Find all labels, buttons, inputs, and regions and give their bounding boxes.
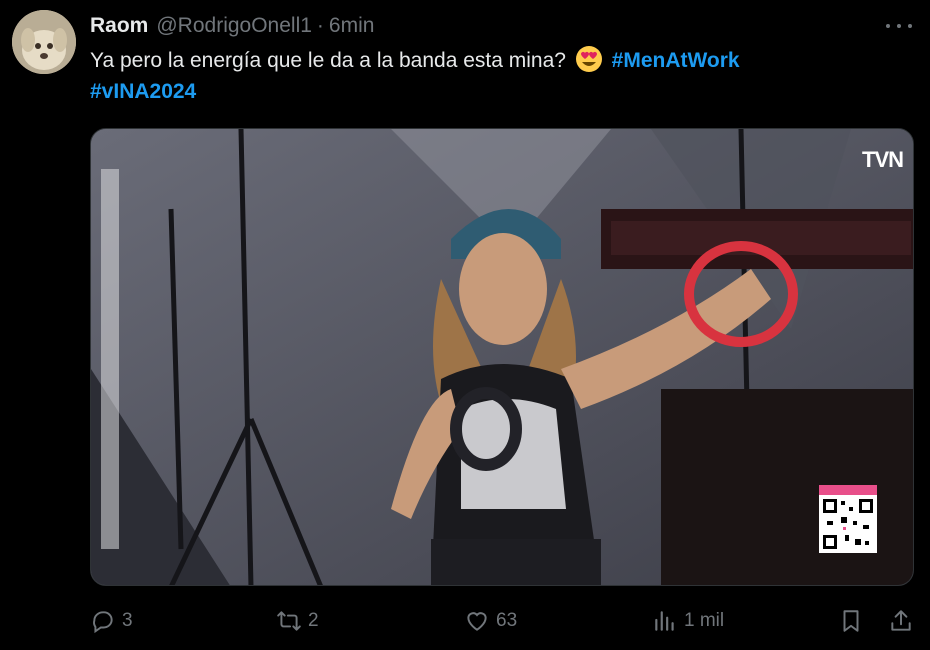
tweet-media-image[interactable]: TVN [90, 128, 914, 586]
author-name[interactable]: Raom [90, 14, 148, 38]
bookmark-icon [843, 610, 859, 632]
concert-photo [91, 129, 913, 585]
retweet-icon [277, 611, 301, 631]
tweet-body: Ya pero la energía que le da a la banda … [90, 49, 566, 72]
tweet-actions-bar: 3 2 63 1 mil [90, 604, 916, 638]
qr-code-icon [819, 485, 877, 553]
reply-button[interactable]: 3 [90, 604, 133, 638]
reply-icon [93, 611, 113, 634]
like-button[interactable]: 63 [464, 604, 517, 638]
tweet-header: Raom @RodrigoOnell1 · 6min [90, 13, 374, 39]
retweet-button[interactable]: 2 [276, 604, 319, 638]
hashtag-menatwork-link[interactable]: #MenAtWork [612, 49, 740, 72]
hashtag-vina2024-link[interactable]: #vINA2024 [90, 80, 196, 103]
heart-icon [467, 612, 487, 631]
retweet-count: 2 [308, 610, 319, 631]
heart-eyes-emoji-icon [575, 46, 602, 72]
like-count: 63 [496, 610, 518, 631]
avatar[interactable] [12, 10, 76, 74]
separator-dot: · [316, 14, 324, 37]
author-handle[interactable]: @RodrigoOnell1 [156, 14, 312, 38]
more-options-icon[interactable] [886, 16, 912, 36]
views-count: 1 mil [684, 610, 725, 631]
bookmark-button[interactable] [838, 604, 864, 638]
share-icon [891, 610, 911, 631]
tweet-text: Ya pero la energía que le da a la banda … [90, 45, 890, 107]
views-button[interactable]: 1 mil [652, 604, 724, 638]
views-chart-icon [655, 611, 674, 631]
timestamp[interactable]: 6min [329, 14, 375, 38]
dog-avatar-image [12, 10, 76, 74]
share-button[interactable] [888, 604, 914, 638]
broadcaster-logo: TVN [862, 147, 904, 172]
reply-count: 3 [122, 610, 133, 631]
